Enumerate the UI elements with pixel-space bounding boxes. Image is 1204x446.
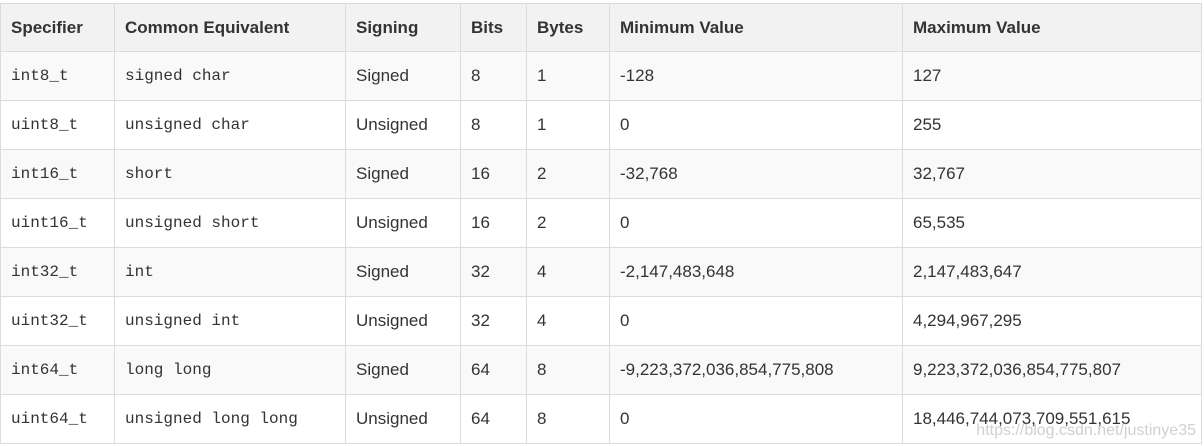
cell-common-equivalent: short [114,149,346,199]
cell-specifier: uint32_t [0,296,115,346]
cell-common-equivalent: unsigned long long [114,394,346,444]
table-row: uint16_t unsigned short Unsigned 16 2 0 … [0,198,1202,248]
cell-bits: 16 [460,198,527,248]
cell-signing: Unsigned [345,100,461,150]
cell-maximum-value: 9,223,372,036,854,775,807 [902,345,1202,395]
table-row: int16_t short Signed 16 2 -32,768 32,767 [0,149,1202,199]
cell-minimum-value: 0 [609,394,903,444]
cell-bytes: 4 [526,296,610,346]
cell-maximum-value: 65,535 [902,198,1202,248]
cell-bits: 32 [460,296,527,346]
table-row: uint64_t unsigned long long Unsigned 64 … [0,394,1202,444]
integer-types-table-container: Specifier Common Equivalent Signing Bits… [0,3,1202,444]
cell-specifier: uint64_t [0,394,115,444]
table-row: uint32_t unsigned int Unsigned 32 4 0 4,… [0,296,1202,346]
header-signing: Signing [345,3,461,52]
cell-minimum-value: 0 [609,198,903,248]
cell-bytes: 8 [526,345,610,395]
cell-common-equivalent: long long [114,345,346,395]
cell-specifier: int64_t [0,345,115,395]
cell-signing: Signed [345,149,461,199]
cell-specifier: int32_t [0,247,115,297]
header-minimum-value: Minimum Value [609,3,903,52]
header-row: Specifier Common Equivalent Signing Bits… [0,3,1202,52]
header-bits: Bits [460,3,527,52]
cell-bits: 16 [460,149,527,199]
cell-signing: Unsigned [345,296,461,346]
cell-bytes: 2 [526,149,610,199]
cell-signing: Unsigned [345,198,461,248]
cell-bytes: 1 [526,100,610,150]
table-header: Specifier Common Equivalent Signing Bits… [0,3,1202,52]
cell-minimum-value: -128 [609,51,903,101]
cell-maximum-value: 32,767 [902,149,1202,199]
header-specifier: Specifier [0,3,115,52]
cell-maximum-value: 2,147,483,647 [902,247,1202,297]
cell-specifier: uint8_t [0,100,115,150]
table-row: uint8_t unsigned char Unsigned 8 1 0 255 [0,100,1202,150]
integer-types-table: Specifier Common Equivalent Signing Bits… [0,3,1202,444]
cell-minimum-value: -2,147,483,648 [609,247,903,297]
cell-maximum-value: 255 [902,100,1202,150]
header-common-equivalent: Common Equivalent [114,3,346,52]
table-row: int64_t long long Signed 64 8 -9,223,372… [0,345,1202,395]
cell-specifier: uint16_t [0,198,115,248]
cell-minimum-value: -9,223,372,036,854,775,808 [609,345,903,395]
cell-common-equivalent: unsigned short [114,198,346,248]
cell-specifier: int8_t [0,51,115,101]
cell-common-equivalent: unsigned int [114,296,346,346]
cell-minimum-value: -32,768 [609,149,903,199]
cell-common-equivalent: int [114,247,346,297]
table-row: int8_t signed char Signed 8 1 -128 127 [0,51,1202,101]
cell-signing: Signed [345,247,461,297]
header-bytes: Bytes [526,3,610,52]
cell-bytes: 2 [526,198,610,248]
cell-common-equivalent: unsigned char [114,100,346,150]
cell-bits: 64 [460,394,527,444]
cell-bits: 32 [460,247,527,297]
cell-bytes: 4 [526,247,610,297]
cell-signing: Unsigned [345,394,461,444]
cell-specifier: int16_t [0,149,115,199]
cell-bits: 8 [460,100,527,150]
cell-common-equivalent: signed char [114,51,346,101]
cell-signing: Signed [345,51,461,101]
cell-minimum-value: 0 [609,100,903,150]
cell-maximum-value: 127 [902,51,1202,101]
cell-bits: 8 [460,51,527,101]
cell-bytes: 1 [526,51,610,101]
cell-maximum-value: 4,294,967,295 [902,296,1202,346]
cell-signing: Signed [345,345,461,395]
cell-bytes: 8 [526,394,610,444]
cell-minimum-value: 0 [609,296,903,346]
table-row: int32_t int Signed 32 4 -2,147,483,648 2… [0,247,1202,297]
table-body: int8_t signed char Signed 8 1 -128 127 u… [0,51,1202,444]
cell-bits: 64 [460,345,527,395]
header-maximum-value: Maximum Value [902,3,1202,52]
cell-maximum-value: 18,446,744,073,709,551,615 [902,394,1202,444]
